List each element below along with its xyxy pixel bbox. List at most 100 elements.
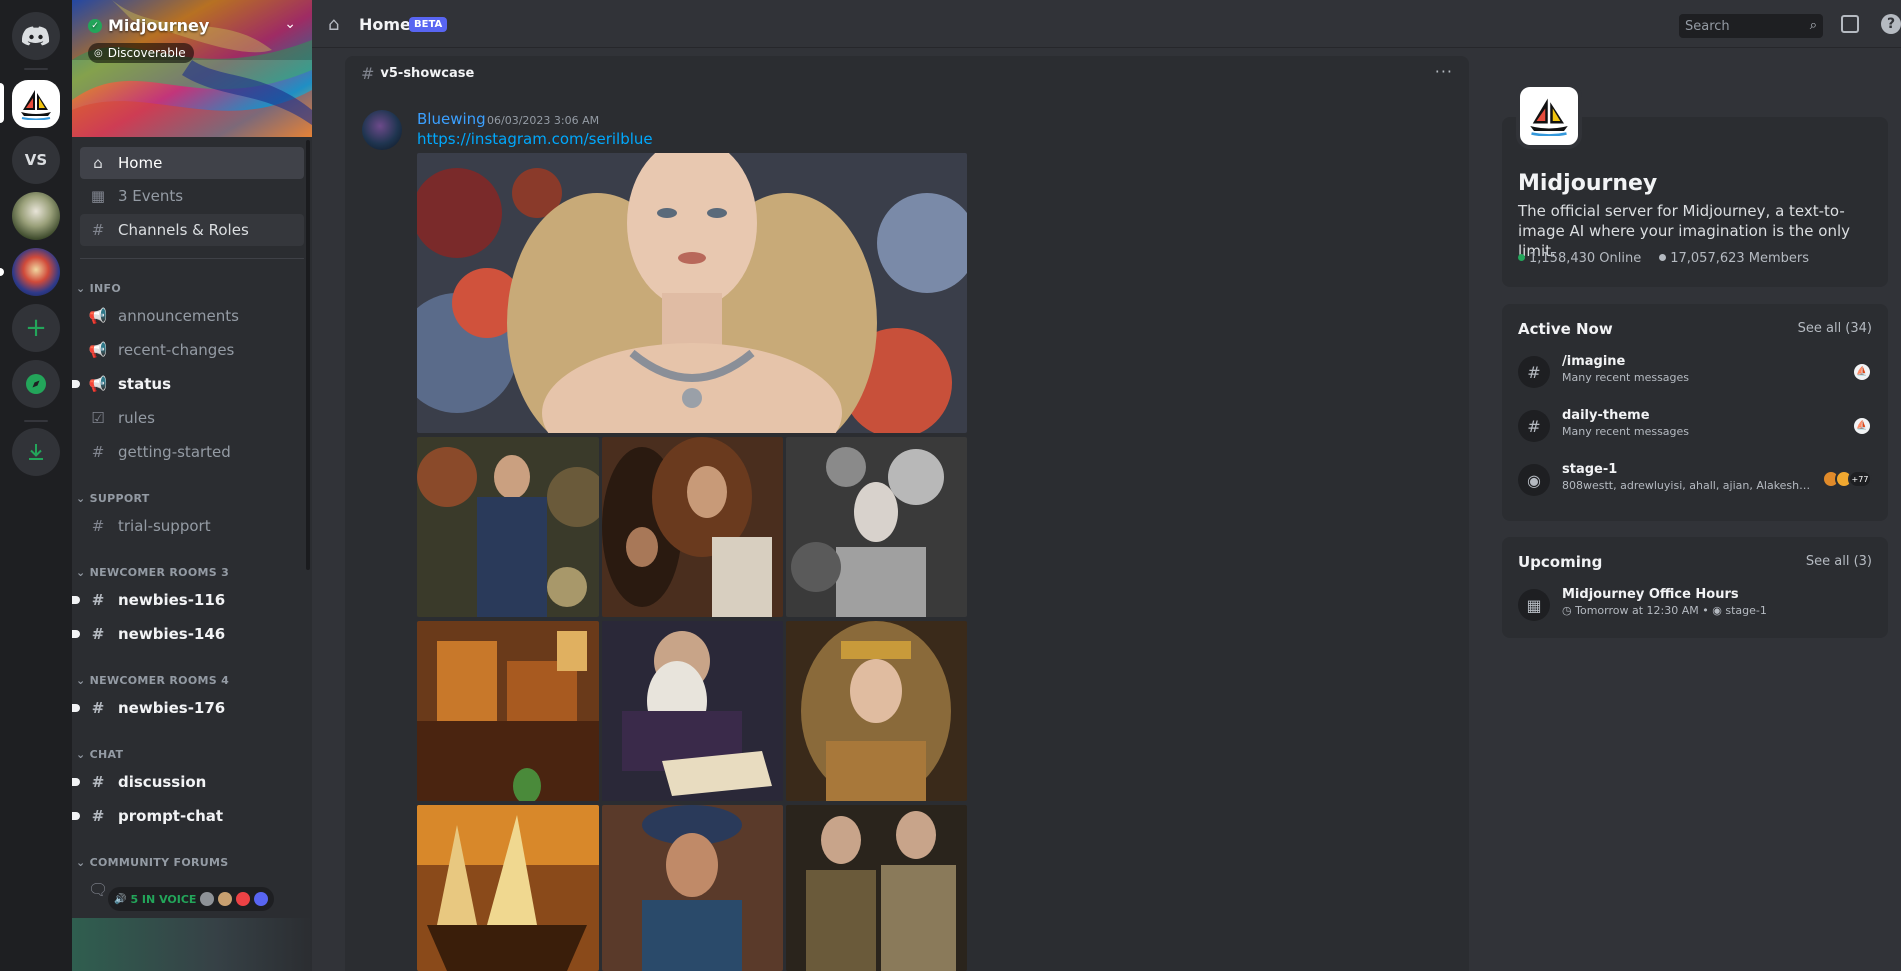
category-community-forums[interactable]: ⌄ COMMUNITY FORUMS (76, 856, 228, 869)
unread-dot (72, 704, 80, 712)
upcoming-title: Upcoming (1518, 553, 1603, 571)
feed-card: # v5-showcase ··· Bluewing 06/03/2023 3:… (345, 56, 1469, 971)
voice-activity-pill[interactable]: 🔊 5 IN VOICE (108, 887, 275, 911)
megaphone-icon: 📢 (88, 307, 108, 325)
sidebar-item-home[interactable]: ⌂ Home (80, 147, 304, 179)
channel-newbies-146[interactable]: # newbies-146 (72, 618, 304, 650)
channel-newbies-176[interactable]: # newbies-176 (72, 692, 304, 724)
server-name-header[interactable]: ✓ Midjourney (88, 16, 209, 35)
channel-rules[interactable]: ☑ rules (80, 402, 304, 434)
hash-icon: # (91, 807, 105, 825)
threads-hash-icon: # (91, 699, 105, 717)
hash-icon: # (91, 517, 105, 535)
upcoming-card: Upcoming See all (3) ▦ Midjourney Office… (1502, 537, 1888, 638)
voice-user-avatar (200, 892, 215, 906)
attachment-image[interactable] (786, 805, 967, 971)
more-options-icon[interactable]: ··· (1435, 62, 1453, 81)
server-avatar-artist[interactable] (12, 248, 60, 296)
sidebar-scrollbar[interactable] (306, 140, 310, 570)
unread-dot (72, 596, 80, 604)
explore-servers-button[interactable] (12, 360, 60, 408)
attachment-image[interactable] (602, 621, 783, 801)
member-count: 17,057,623 Members (1659, 251, 1809, 266)
cyborg-image (786, 437, 967, 617)
active-item[interactable]: # /imagine Many recent messages ⛵ (1518, 352, 1872, 392)
stage-icon: ◉ (1712, 604, 1722, 617)
attachment-image[interactable] (786, 437, 967, 617)
category-info[interactable]: ⌄ INFO (76, 282, 121, 295)
message-link[interactable]: https://instagram.com/serilblue (417, 130, 653, 148)
server-stats: 1,158,430 Online 17,057,623 Members (1518, 251, 1809, 266)
active-now-card: Active Now See all (34) # /imagine Many … (1502, 304, 1888, 521)
upcoming-see-all-link[interactable]: See all (3) (1806, 554, 1872, 569)
unread-dot (72, 380, 80, 388)
server-vs[interactable]: VS (12, 136, 60, 184)
search-icon: ⌕ (1809, 18, 1817, 33)
portrait-image (417, 153, 967, 433)
rail-separator (24, 68, 48, 70)
channel-trial-support[interactable]: # trial-support (80, 510, 304, 542)
channel-discussion[interactable]: # discussion (72, 766, 304, 798)
discord-home-button[interactable] (12, 12, 60, 60)
midjourney-boat-icon (1530, 98, 1568, 136)
inbox-icon[interactable] (1841, 15, 1859, 33)
old-scholar-image (602, 621, 783, 801)
unread-dot (72, 812, 80, 820)
server-banner[interactable]: ✓ Midjourney ⌄ ◎ Discoverable (72, 0, 312, 137)
home-icon: ⌂ (93, 154, 103, 172)
upcoming-event[interactable]: ▦ Midjourney Office Hours ◷ Tomorrow at … (1518, 585, 1872, 625)
unread-dot (72, 630, 80, 638)
attachment-image-large[interactable] (417, 153, 967, 433)
hash-icon: # (91, 443, 105, 461)
sidebar-item-events[interactable]: ▦ 3 Events (80, 180, 304, 212)
attachment-image[interactable] (417, 437, 599, 617)
channels-roles-icon: # (91, 221, 105, 239)
server-avatar-warrior[interactable] (12, 192, 60, 240)
message-author[interactable]: Bluewing (417, 110, 486, 128)
hash-icon: # (91, 773, 105, 791)
active-now-see-all-link[interactable]: See all (34) (1798, 321, 1872, 336)
channel-announcements[interactable]: 📢 announcements (80, 300, 304, 332)
category-support[interactable]: ⌄ SUPPORT (76, 492, 150, 505)
add-server-button[interactable]: + (12, 304, 60, 352)
channel-prompt-chat[interactable]: # prompt-chat (72, 800, 304, 832)
category-newcomer-rooms-3[interactable]: ⌄ NEWCOMER ROOMS 3 (76, 566, 229, 579)
participant-avatars: +77 (1822, 470, 1872, 488)
channel-getting-started[interactable]: # getting-started (80, 436, 304, 468)
active-item[interactable]: # daily-theme Many recent messages ⛵ (1518, 406, 1872, 446)
megaphone-icon: 📢 (88, 375, 108, 393)
channel-recent-changes[interactable]: 📢 recent-changes (80, 334, 304, 366)
online-dot-icon (1518, 254, 1525, 261)
discoverable-badge: ◎ Discoverable (88, 43, 194, 63)
midjourney-boat-icon (21, 90, 51, 120)
avatar[interactable] (362, 110, 402, 150)
download-apps-button[interactable] (12, 428, 60, 476)
attachment-image[interactable] (417, 805, 599, 971)
selected-server-indicator (0, 83, 4, 123)
help-icon[interactable]: ? (1881, 14, 1901, 34)
search-input[interactable]: Search ⌕ (1679, 14, 1823, 38)
category-chat[interactable]: ⌄ CHAT (76, 748, 123, 761)
attachment-image[interactable] (786, 621, 967, 801)
calendar-icon: ▦ (1518, 589, 1550, 621)
bot-avatar-icon: ⛵ (1854, 418, 1870, 434)
discord-logo-icon (22, 26, 50, 46)
server-midjourney[interactable] (12, 80, 60, 128)
attachment-image[interactable] (417, 621, 599, 801)
voice-user-avatar (236, 892, 251, 906)
channel-status[interactable]: 📢 status (72, 368, 304, 400)
channel-newbies-116[interactable]: # newbies-116 (72, 584, 304, 616)
sidebar-item-channels-roles[interactable]: # Channels & Roles (80, 214, 304, 246)
attachment-image[interactable] (602, 805, 783, 971)
two-women-image (602, 437, 783, 617)
plus-icon: + (25, 313, 47, 343)
server-rail: VS + (0, 0, 72, 971)
active-item[interactable]: ◉ stage-1 808westt, adrewluyisi, ahall, … (1518, 460, 1872, 500)
verified-check-icon: ✓ (88, 18, 102, 33)
chevron-down-icon[interactable]: ⌄ (284, 16, 296, 32)
attachment-image[interactable] (602, 437, 783, 617)
feed-channel-header[interactable]: # v5-showcase (361, 64, 474, 83)
threads-hash-icon: # (91, 591, 105, 609)
forum-icon: 🗨 (88, 880, 109, 899)
category-newcomer-rooms-4[interactable]: ⌄ NEWCOMER ROOMS 4 (76, 674, 229, 687)
